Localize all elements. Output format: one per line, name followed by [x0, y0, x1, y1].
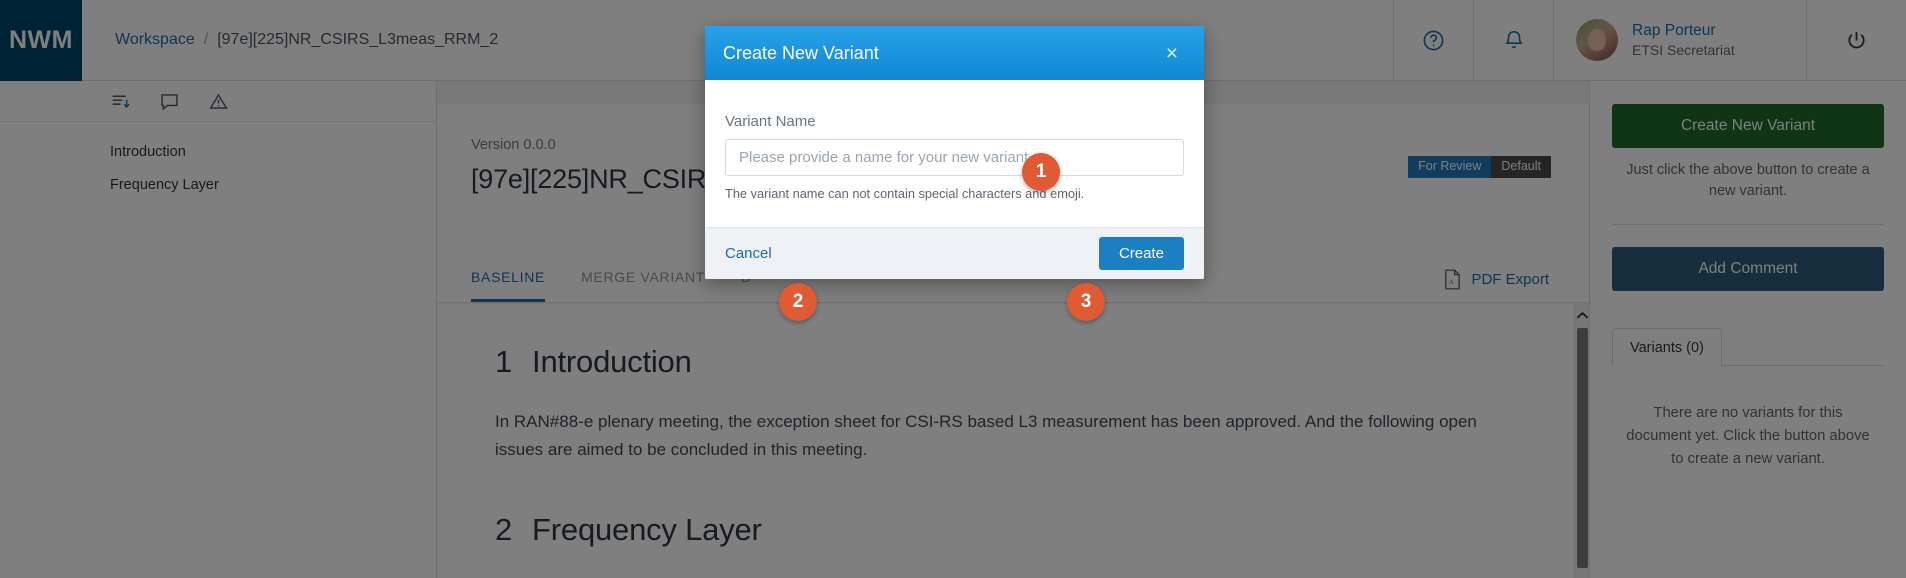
bell-icon [1504, 31, 1523, 49]
help-circle-icon [1423, 30, 1444, 50]
step-marker-2: 2 [779, 283, 817, 321]
breadcrumb-current: [97e][225]NR_CSIRS_L3meas_RRM_2 [217, 31, 499, 48]
user-name: Rap Porteur [1632, 21, 1716, 39]
outline-icon [112, 95, 130, 108]
tab-baseline[interactable]: BASELINE [471, 269, 546, 302]
chevron-up-icon [1576, 311, 1588, 319]
sidebar-nav: Introduction Frequency Layer [0, 122, 436, 193]
app-root: NWM Workspace / [97e][225]NR_CSIRS_L3mea… [0, 0, 1906, 578]
modal-header: Create New Variant × [705, 26, 1204, 80]
section-heading-2: 2 Frequency Layer [495, 512, 1529, 548]
pdf-export-label: PDF Export [1471, 271, 1549, 288]
cancel-button[interactable]: Cancel [725, 245, 772, 262]
section-number-1: 1 [495, 344, 513, 379]
avatar [1576, 19, 1618, 61]
user-meta: Rap Porteur ETSI Secretariat [1632, 22, 1735, 59]
content-scrollbar[interactable] [1574, 304, 1589, 578]
left-sidebar: Introduction Frequency Layer [0, 81, 437, 578]
pdf-export-button[interactable]: A PDF Export [1443, 269, 1549, 290]
svg-text:A: A [1449, 279, 1454, 286]
user-menu[interactable]: Rap Porteur ETSI Secretariat [1553, 0, 1806, 80]
modal-body: Variant Name The variant name can not co… [705, 80, 1204, 227]
create-button[interactable]: Create [1098, 237, 1184, 270]
create-variant-modal: Create New Variant × Variant Name The va… [705, 26, 1204, 279]
close-icon[interactable]: × [1160, 39, 1184, 68]
user-role: ETSI Secretariat [1632, 42, 1735, 59]
notifications-button[interactable] [1473, 0, 1553, 80]
step-marker-3: 3 [1067, 283, 1105, 321]
logout-button[interactable] [1806, 0, 1906, 80]
breadcrumb-workspace-link[interactable]: Workspace [115, 31, 195, 49]
power-icon [1848, 31, 1865, 48]
variants-empty-state: There are no variants for this document … [1626, 405, 1870, 467]
create-variant-hint: Just click the above button to create a … [1626, 162, 1870, 200]
help-button[interactable] [1393, 0, 1473, 80]
status-badges: For Review Default [1408, 156, 1551, 178]
comments-icon-button[interactable] [159, 91, 180, 112]
scrollbar-thumb[interactable] [1577, 328, 1588, 568]
tab-variants[interactable]: Variants (0) [1612, 328, 1722, 367]
panel-divider [1612, 224, 1884, 226]
add-comment-button[interactable]: Add Comment [1612, 247, 1884, 292]
sidebar-item-frequency-layer[interactable]: Frequency Layer [110, 177, 436, 193]
section-number-2: 2 [495, 512, 513, 548]
breadcrumb: Workspace / [97e][225]NR_CSIRS_L3meas_RR… [82, 0, 498, 80]
section-paragraph-1: In RAN#88-e plenary meeting, the excepti… [495, 412, 1477, 460]
create-new-variant-button[interactable]: Create New Variant [1612, 104, 1884, 148]
sidebar-item-introduction[interactable]: Introduction [110, 144, 436, 160]
breadcrumb-separator: / [203, 31, 209, 48]
status-badge-for-review: For Review [1408, 156, 1492, 178]
modal-footer: Cancel Create [705, 227, 1204, 279]
warning-icon [209, 93, 228, 109]
step-marker-1: 1 [1022, 153, 1060, 191]
comment-icon [161, 93, 178, 110]
modal-title: Create New Variant [723, 42, 879, 63]
variant-name-help: The variant name can not contain special… [725, 186, 1085, 201]
panel-tabs: Variants (0) [1612, 327, 1884, 367]
outline-icon-button[interactable] [110, 91, 131, 112]
section-title-1: Introduction [532, 344, 692, 379]
issues-icon-button[interactable] [208, 91, 229, 112]
tab-merge-variant[interactable]: MERGE VARIANT [581, 269, 705, 302]
variant-name-input[interactable] [725, 139, 1184, 176]
pdf-icon: A [1445, 269, 1461, 290]
app-logo[interactable]: NWM [0, 0, 82, 81]
scroll-up-button[interactable] [1575, 304, 1589, 326]
sidebar-toolbar [0, 81, 436, 122]
right-panel: Create New Variant Just click the above … [1589, 81, 1906, 578]
status-badge-default: Default [1491, 156, 1551, 178]
document-body: 1 Introduction In RAN#88-e plenary meeti… [437, 304, 1589, 578]
variant-name-label: Variant Name [725, 113, 816, 130]
section-title-2: Frequency Layer [532, 512, 762, 548]
section-heading-1: 1 Introduction [495, 344, 1529, 380]
